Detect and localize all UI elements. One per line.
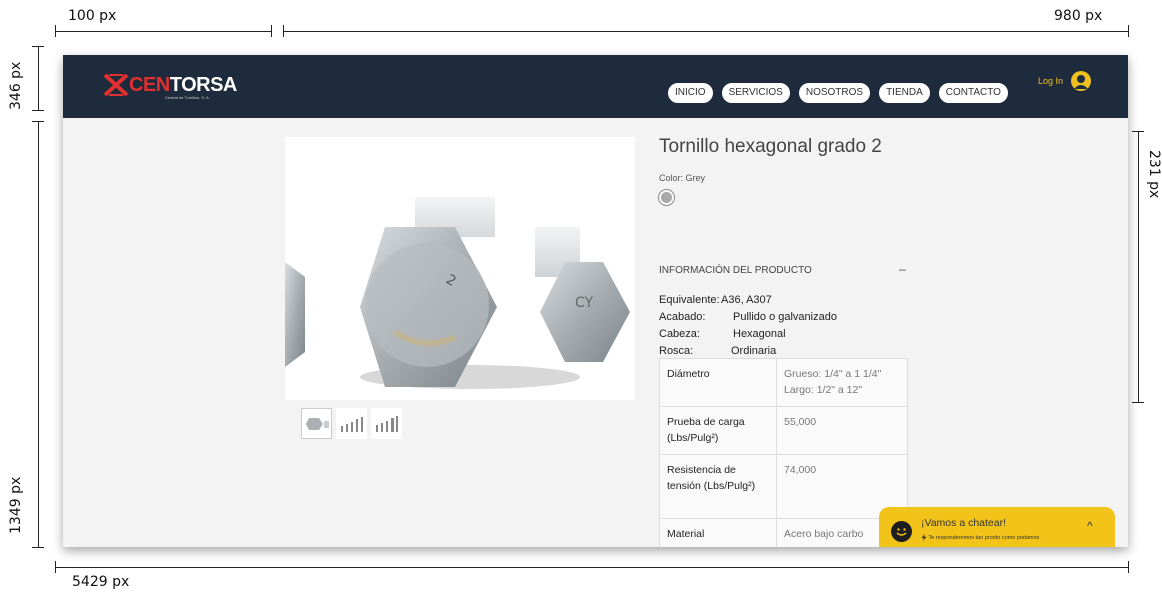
dim-tick xyxy=(1132,402,1144,403)
thumbnail-1[interactable] xyxy=(301,408,332,439)
color-swatch-grey[interactable] xyxy=(658,189,675,206)
spec-label: Cabeza: xyxy=(659,328,700,340)
dim-top-right-label: 980 px xyxy=(1054,8,1103,24)
dim-bottom-line xyxy=(55,567,1128,568)
dim-tick xyxy=(1128,561,1129,573)
nav-servicios[interactable]: SERVICIOS xyxy=(721,83,790,103)
dim-left-bottom-line xyxy=(38,121,39,547)
bolt-thumbnail-icon xyxy=(305,417,329,430)
chevron-up-icon[interactable]: ^ xyxy=(1087,519,1093,533)
table-value: Grueso: 1/4" a 1 1/4" Largo: 1/2" a 12" xyxy=(776,358,908,407)
collapse-icon[interactable]: – xyxy=(899,262,906,276)
spec-label: Acabado: xyxy=(659,311,706,323)
dim-left-top-label: 346 px xyxy=(8,61,24,110)
thumbnail-2[interactable] xyxy=(336,408,367,439)
table-value: 55,000 xyxy=(776,406,908,455)
site-header: CENTORSA Central de Tornillos, S. A. INI… xyxy=(63,55,1128,118)
main-nav: INICIO SERVICIOS NOSOTROS TIENDA CONTACT… xyxy=(668,83,1008,103)
bolts-photo-icon: 2 CY xyxy=(285,137,635,400)
table-row: Diámetro Grueso: 1/4" a 1 1/4" Largo: 1/… xyxy=(659,358,908,407)
table-row: Resistencia de tensión (Lbs/Pulg²) 74,00… xyxy=(659,454,908,519)
dim-right-line xyxy=(1138,131,1139,402)
product-info-heading[interactable]: INFORMACIÓN DEL PRODUCTO xyxy=(659,265,812,276)
dim-tick xyxy=(271,25,272,37)
website-frame: CENTORSA Central de Tornillos, S. A. INI… xyxy=(63,55,1128,547)
table-row: Prueba de carga (Lbs/Pulg²) 55,000 xyxy=(659,406,908,455)
spec-value: Pullido o galvanizado xyxy=(733,311,837,323)
dim-tick xyxy=(283,25,284,37)
dim-top-left-label: 100 px xyxy=(68,8,117,24)
dim-tick xyxy=(55,25,56,37)
lightning-icon xyxy=(921,534,927,541)
bolts-row-icon xyxy=(375,415,398,432)
spec-label: Equivalente: xyxy=(659,294,720,306)
chat-widget[interactable]: ¡Vamos a chatear! Te responderemos tan p… xyxy=(879,507,1115,547)
dim-tick xyxy=(32,110,44,111)
thumbnail-3[interactable] xyxy=(371,408,402,439)
dim-top-right-line xyxy=(283,31,1128,32)
table-key: Material xyxy=(659,518,777,547)
dim-tick xyxy=(55,561,56,573)
dim-bottom-label: 5429 px xyxy=(72,574,130,590)
dim-tick xyxy=(32,547,44,548)
dim-tick xyxy=(1128,25,1129,37)
nav-tienda[interactable]: TIENDA xyxy=(879,83,930,103)
user-avatar-icon[interactable] xyxy=(1071,71,1091,91)
nav-contacto[interactable]: CONTACTO xyxy=(938,83,1008,103)
spec-row: Cabeza: Hexagonal xyxy=(659,326,837,343)
login-link[interactable]: Log In xyxy=(1038,76,1063,86)
chat-smiley-icon xyxy=(891,521,912,542)
specs-table: Diámetro Grueso: 1/4" a 1 1/4" Largo: 1/… xyxy=(659,358,908,547)
product-image[interactable]: 2 CY xyxy=(285,137,635,400)
nav-nosotros[interactable]: NOSOTROS xyxy=(798,83,871,103)
logo-wordmark: CENTORSA xyxy=(129,74,237,96)
dim-tick xyxy=(32,121,44,122)
chat-subtitle: Te responderemos tan pronto como podamos xyxy=(921,534,1039,541)
product-specs: Equivalente: A36, A307 Acabado: Pullido … xyxy=(659,292,837,360)
dim-top-left-line xyxy=(55,31,271,32)
chat-subtitle-text: Te responderemos tan pronto como podamos xyxy=(928,534,1040,541)
bolts-row-icon xyxy=(340,416,363,432)
chat-title: ¡Vamos a chatear! xyxy=(921,517,1007,529)
logo-mark-icon xyxy=(103,73,129,97)
logo[interactable]: CENTORSA Central de Tornillos, S. A. xyxy=(103,73,237,100)
table-row: Material Acero bajo carbo xyxy=(659,518,908,547)
table-key: Resistencia de tensión (Lbs/Pulg²) xyxy=(659,454,777,519)
logo-subtitle: Central de Tornillos, S. A. xyxy=(165,95,210,100)
dim-tick xyxy=(1132,131,1144,132)
dim-right-label: 231 px xyxy=(1146,150,1162,199)
product-title: Tornillo hexagonal grado 2 xyxy=(659,136,882,157)
nav-inicio[interactable]: INICIO xyxy=(668,83,713,103)
spec-row: Equivalente: A36, A307 xyxy=(659,292,837,309)
dim-tick xyxy=(32,46,44,47)
table-key: Prueba de carga (Lbs/Pulg²) xyxy=(659,406,777,455)
color-label: Color: Grey xyxy=(659,173,706,183)
spec-value: Hexagonal xyxy=(733,328,786,340)
dim-left-top-line xyxy=(38,46,39,110)
svg-text:CY: CY xyxy=(575,295,594,311)
dim-left-bottom-label: 1349 px xyxy=(8,476,24,534)
table-key: Diámetro xyxy=(659,358,777,407)
spec-value: A36, A307 xyxy=(721,294,772,306)
spec-row: Acabado: Pullido o galvanizado xyxy=(659,309,837,326)
product-thumbnails xyxy=(301,408,402,439)
